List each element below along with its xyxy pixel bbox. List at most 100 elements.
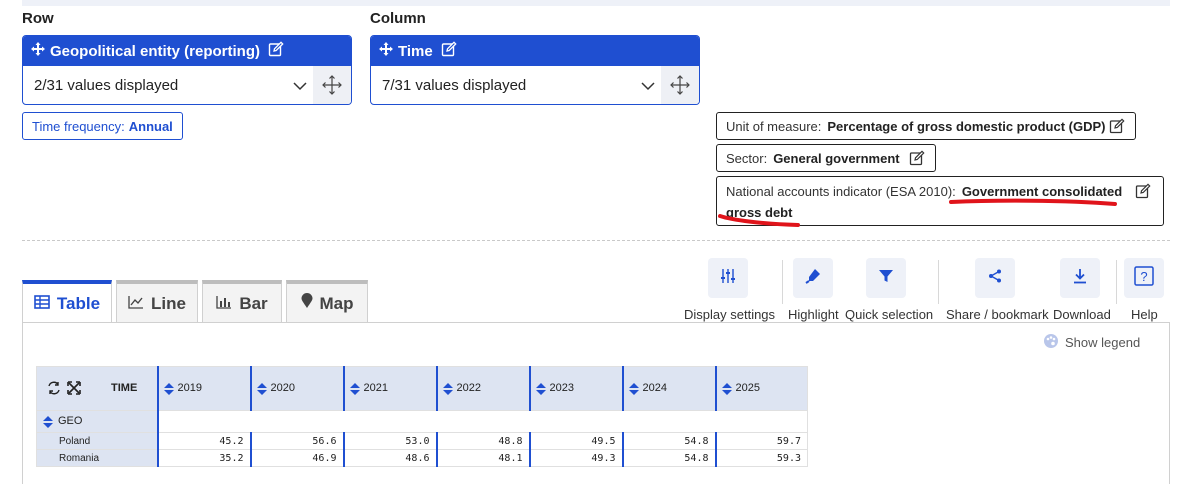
sort-icon xyxy=(256,382,267,395)
edit-icon[interactable] xyxy=(1109,118,1125,137)
display-settings-button[interactable] xyxy=(708,258,748,298)
svg-text:?: ? xyxy=(1140,269,1147,284)
download-icon xyxy=(1072,268,1088,289)
swap-axes-icon[interactable] xyxy=(47,381,61,398)
table-cell: 48.1 xyxy=(435,449,530,467)
line-chart-icon xyxy=(128,294,151,314)
toolbar-label: Help xyxy=(1131,307,1158,322)
sort-icon xyxy=(721,382,732,395)
red-annotation-underline xyxy=(718,214,800,227)
filter-sector[interactable]: Sector: General government xyxy=(716,144,936,172)
year-header[interactable]: 2020 xyxy=(249,366,344,411)
year-label: 2020 xyxy=(270,382,295,395)
move-icon xyxy=(379,42,398,60)
edit-icon[interactable] xyxy=(441,41,462,61)
edit-icon[interactable] xyxy=(268,41,289,61)
row-section-label: Row xyxy=(22,10,54,27)
table-cell: 45.2 xyxy=(156,432,251,450)
year-label: 2021 xyxy=(363,382,388,395)
time-frequency-button[interactable]: Time frequency: Annual xyxy=(22,112,183,140)
toolbar-label: Share / bookmark xyxy=(946,307,1049,322)
sliders-icon xyxy=(720,268,736,289)
tab-table[interactable]: Table xyxy=(22,280,112,323)
table-cell: 48.6 xyxy=(342,449,437,467)
toolbar-label: Quick selection xyxy=(845,307,934,322)
tab-label: Bar xyxy=(239,293,268,313)
row-label-poland: Poland xyxy=(36,432,158,450)
year-label: 2023 xyxy=(549,382,574,395)
toolbar-separator xyxy=(782,260,783,304)
time-header-label: TIME xyxy=(111,382,138,394)
tab-bar[interactable]: Bar xyxy=(202,280,282,323)
table-icon xyxy=(34,294,57,314)
column-section-label: Column xyxy=(370,10,426,27)
table-cell: 49.5 xyxy=(528,432,623,450)
year-header[interactable]: 2024 xyxy=(621,366,716,411)
row-dimension-box: Geopolitical entity (reporting) 2/31 val… xyxy=(22,35,352,105)
chevron-down-icon[interactable] xyxy=(641,78,655,96)
geo-header[interactable]: GEO xyxy=(36,410,158,433)
highlighter-icon xyxy=(805,268,821,289)
filter-label: National accounts indicator (ESA 2010): xyxy=(726,184,956,199)
filter-unit-of-measure[interactable]: Unit of measure: Percentage of gross dome… xyxy=(716,112,1136,140)
year-header[interactable]: 2025 xyxy=(714,366,808,411)
filter-value: Percentage of gross domestic product (GD… xyxy=(827,119,1106,134)
filter-value: General government xyxy=(773,151,900,166)
column-dimension-header[interactable]: Time xyxy=(371,36,699,66)
table-cell: 49.3 xyxy=(528,449,623,467)
drag-handle-icon[interactable] xyxy=(313,66,351,104)
red-annotation-underline xyxy=(949,198,1117,206)
download-button[interactable] xyxy=(1060,258,1100,298)
row-dimension-title: Geopolitical entity (reporting) xyxy=(50,42,261,60)
move-icon xyxy=(31,42,50,60)
tab-label: Table xyxy=(56,293,101,313)
year-header[interactable]: 2023 xyxy=(528,366,623,411)
sort-icon xyxy=(349,382,360,395)
year-header[interactable]: 2019 xyxy=(156,366,251,411)
time-header-cell: TIME xyxy=(36,366,158,411)
time-frequency-label: Time frequency: xyxy=(32,118,125,134)
table-cell: 56.6 xyxy=(249,432,344,450)
tab-label: Line xyxy=(151,293,186,313)
year-header[interactable]: 2022 xyxy=(435,366,530,411)
table-cell: 54.8 xyxy=(621,432,716,450)
year-label: 2019 xyxy=(177,382,202,395)
table-cell: 59.3 xyxy=(714,449,808,467)
share-bookmark-button[interactable] xyxy=(975,258,1015,298)
filter-label: Sector: xyxy=(726,151,768,166)
drag-handle-icon[interactable] xyxy=(661,66,699,104)
help-icon: ? xyxy=(1134,265,1154,291)
table-cell: 46.9 xyxy=(249,449,344,467)
tab-label: Map xyxy=(319,293,354,313)
column-dimension-title: Time xyxy=(398,42,433,60)
row-dimension-select[interactable]: 2/31 values displayed xyxy=(23,66,351,104)
edit-icon[interactable] xyxy=(1135,183,1151,202)
quick-selection-button[interactable] xyxy=(866,258,906,298)
filter-label: Unit of measure: xyxy=(726,119,822,134)
show-legend-label: Show legend xyxy=(1065,335,1141,350)
share-icon xyxy=(987,268,1003,289)
toolbar-separator xyxy=(1116,260,1117,304)
year-label: 2022 xyxy=(456,382,481,395)
section-divider xyxy=(22,240,1170,241)
show-legend-button[interactable]: Show legend xyxy=(1043,333,1140,352)
sort-icon xyxy=(442,382,453,395)
column-dimension-select[interactable]: 7/31 values displayed xyxy=(371,66,699,104)
year-label: 2025 xyxy=(735,382,760,395)
expand-icon[interactable] xyxy=(67,381,81,398)
row-dimension-value: 2/31 values displayed xyxy=(34,76,179,94)
tab-map[interactable]: Map xyxy=(286,280,368,323)
toolbar-label: Highlight xyxy=(788,307,839,322)
chevron-down-icon[interactable] xyxy=(293,78,307,96)
year-header[interactable]: 2021 xyxy=(342,366,437,411)
toolbar-separator xyxy=(938,260,939,304)
sort-icon xyxy=(628,382,639,395)
year-label: 2024 xyxy=(642,382,667,395)
highlight-button[interactable] xyxy=(793,258,833,298)
data-table: TIME 2019 2020 2021 2022 2023 2024 2025 … xyxy=(36,366,808,467)
help-button[interactable]: ? xyxy=(1124,258,1164,298)
tab-line[interactable]: Line xyxy=(116,280,198,323)
edit-icon[interactable] xyxy=(909,150,925,169)
row-dimension-header[interactable]: Geopolitical entity (reporting) xyxy=(23,36,351,66)
table-cell: 53.0 xyxy=(342,432,437,450)
